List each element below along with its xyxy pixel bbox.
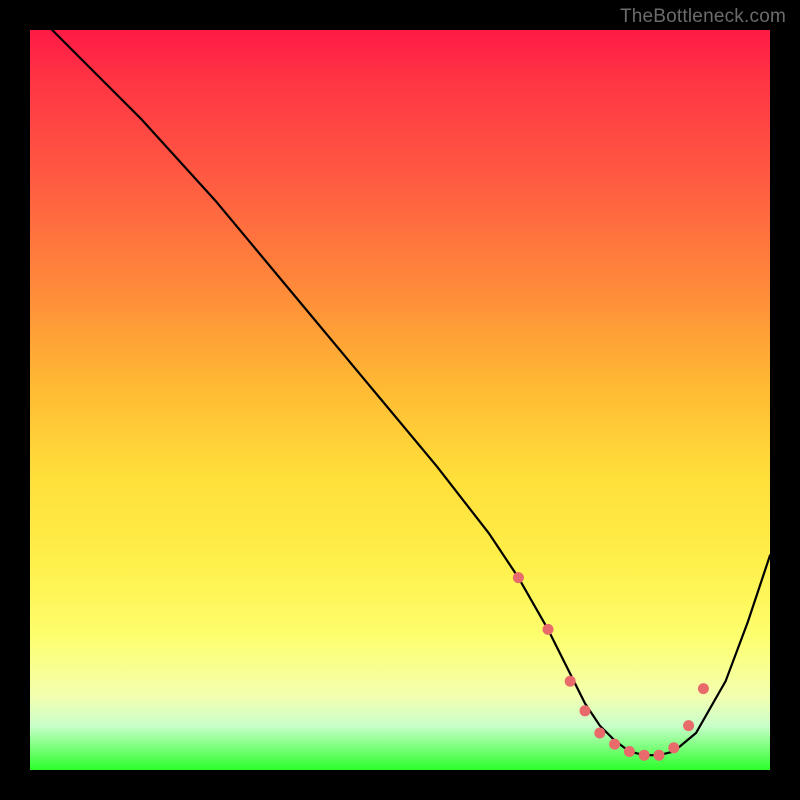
chart-frame: TheBottleneck.com	[0, 0, 800, 800]
highlight-dot	[639, 750, 650, 761]
highlight-dot	[698, 683, 709, 694]
highlight-dot	[609, 739, 620, 750]
plot-area	[30, 30, 770, 770]
highlight-dot	[543, 624, 554, 635]
highlight-dot	[683, 720, 694, 731]
highlight-dot	[565, 676, 576, 687]
highlight-dot	[594, 728, 605, 739]
highlight-dot	[513, 572, 524, 583]
highlight-dot	[580, 705, 591, 716]
chart-svg	[30, 30, 770, 770]
watermark-label: TheBottleneck.com	[620, 6, 786, 28]
highlight-dot	[624, 746, 635, 757]
bottleneck-curve-path	[52, 30, 770, 755]
highlight-dot	[654, 750, 665, 761]
highlight-dots-group	[513, 572, 709, 761]
highlight-dot	[668, 742, 679, 753]
